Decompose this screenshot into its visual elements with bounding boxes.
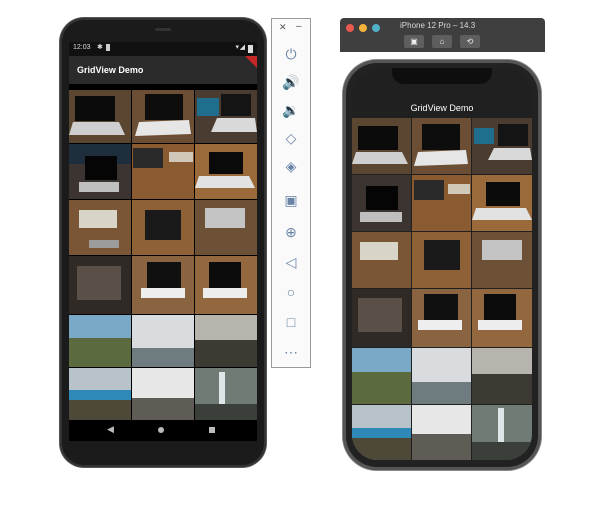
grid-tile[interactable] bbox=[69, 315, 131, 367]
window-zoom-button[interactable] bbox=[372, 24, 380, 32]
screenshot-button[interactable]: ▣ bbox=[404, 35, 424, 48]
signal-status-icon: ◢ bbox=[239, 44, 245, 51]
status-time: 12:03 bbox=[73, 44, 91, 51]
grid-tile[interactable] bbox=[132, 144, 194, 199]
settings-status-icon: ✱ bbox=[97, 44, 103, 51]
grid-tile[interactable] bbox=[69, 368, 131, 420]
ios-app-title: GridView Demo bbox=[410, 103, 474, 113]
simulator-title: iPhone 12 Pro – 14.3 bbox=[400, 21, 476, 30]
home-nav-icon[interactable] bbox=[158, 427, 164, 433]
grid-tile[interactable] bbox=[195, 90, 257, 143]
wifi-status-icon: ▾ bbox=[235, 44, 239, 51]
grid-tile[interactable] bbox=[132, 315, 194, 367]
grid-tile[interactable] bbox=[69, 200, 131, 255]
app-title: GridView Demo bbox=[77, 65, 144, 75]
power-icon[interactable]: ⏻ bbox=[279, 43, 303, 65]
grid-tile[interactable] bbox=[352, 289, 411, 347]
grid-tile[interactable] bbox=[412, 348, 471, 404]
grid-tile[interactable] bbox=[472, 348, 532, 404]
grid-tile[interactable] bbox=[352, 405, 411, 460]
grid-tile[interactable] bbox=[472, 175, 532, 231]
grid-tile[interactable] bbox=[352, 175, 411, 231]
android-device-frame: 12:03 ✱ ▾ ◢ GridView Demo ◀ bbox=[60, 18, 266, 467]
android-speaker bbox=[155, 28, 171, 31]
grid-tile[interactable] bbox=[132, 90, 194, 143]
rotate-button[interactable]: ⟲ bbox=[460, 35, 480, 48]
debug-banner bbox=[245, 56, 257, 68]
grid-tile[interactable] bbox=[69, 90, 131, 143]
grid-tile[interactable] bbox=[195, 368, 257, 420]
grid-tile[interactable] bbox=[412, 289, 471, 347]
grid-tile[interactable] bbox=[69, 256, 131, 314]
iphone-notch bbox=[392, 68, 492, 84]
zoom-icon[interactable]: ⊕ bbox=[279, 221, 303, 243]
more-icon[interactable]: ⋯ bbox=[279, 341, 303, 363]
photo-grid-ios bbox=[352, 118, 532, 460]
iphone-screen: GridView Demo bbox=[352, 70, 532, 460]
volume-down-icon[interactable]: 🔉 bbox=[279, 99, 303, 121]
overview-icon[interactable]: □ bbox=[279, 311, 303, 333]
grid-tile[interactable] bbox=[472, 405, 532, 460]
android-app-bar: GridView Demo bbox=[69, 56, 257, 84]
battery-status-icon bbox=[248, 45, 253, 53]
android-status-bar: 12:03 ✱ ▾ ◢ bbox=[69, 42, 257, 56]
grid-tile[interactable] bbox=[412, 118, 471, 174]
rotate-left-icon[interactable]: ◇ bbox=[279, 127, 303, 149]
window-minimize-button[interactable] bbox=[359, 24, 367, 32]
grid-tile[interactable] bbox=[352, 348, 411, 404]
grid-tile[interactable] bbox=[195, 200, 257, 255]
grid-tile[interactable] bbox=[195, 315, 257, 367]
grid-tile[interactable] bbox=[132, 256, 194, 314]
close-icon[interactable]: ✕ bbox=[279, 22, 287, 33]
overview-nav-icon[interactable] bbox=[209, 427, 215, 433]
grid-tile[interactable] bbox=[352, 118, 411, 174]
rotate-right-icon[interactable]: ◈ bbox=[279, 155, 303, 177]
grid-tile[interactable] bbox=[195, 256, 257, 314]
back-icon[interactable]: ◁ bbox=[279, 251, 303, 273]
grid-tile[interactable] bbox=[132, 368, 194, 420]
volume-up-icon[interactable]: 🔊 bbox=[279, 71, 303, 93]
home-button[interactable]: ⌂ bbox=[432, 35, 452, 48]
grid-tile[interactable] bbox=[472, 118, 532, 174]
emulator-toolbar: ✕ – ⏻ 🔊 🔉 ◇ ◈ ▣ ⊕ ◁ ○ □ ⋯ bbox=[271, 18, 311, 368]
sim-status-icon bbox=[106, 44, 110, 51]
photo-grid bbox=[69, 90, 257, 420]
android-screen: 12:03 ✱ ▾ ◢ GridView Demo ◀ bbox=[69, 42, 257, 441]
android-navigation-bar: ◀ bbox=[69, 420, 257, 441]
grid-tile[interactable] bbox=[412, 232, 471, 288]
back-nav-icon[interactable]: ◀ bbox=[107, 424, 114, 435]
camera-icon[interactable]: ▣ bbox=[279, 189, 303, 211]
simulator-title-bar: iPhone 12 Pro – 14.3 ▣ ⌂ ⟲ bbox=[340, 18, 545, 52]
grid-tile[interactable] bbox=[472, 232, 532, 288]
grid-tile[interactable] bbox=[412, 405, 471, 460]
grid-tile[interactable] bbox=[472, 289, 532, 347]
home-icon[interactable]: ○ bbox=[279, 281, 303, 303]
grid-tile[interactable] bbox=[132, 200, 194, 255]
grid-tile[interactable] bbox=[412, 175, 471, 231]
minimize-icon[interactable]: – bbox=[296, 21, 302, 32]
grid-tile[interactable] bbox=[195, 144, 257, 199]
grid-tile[interactable] bbox=[352, 232, 411, 288]
window-close-button[interactable] bbox=[346, 24, 354, 32]
grid-tile[interactable] bbox=[69, 144, 131, 199]
